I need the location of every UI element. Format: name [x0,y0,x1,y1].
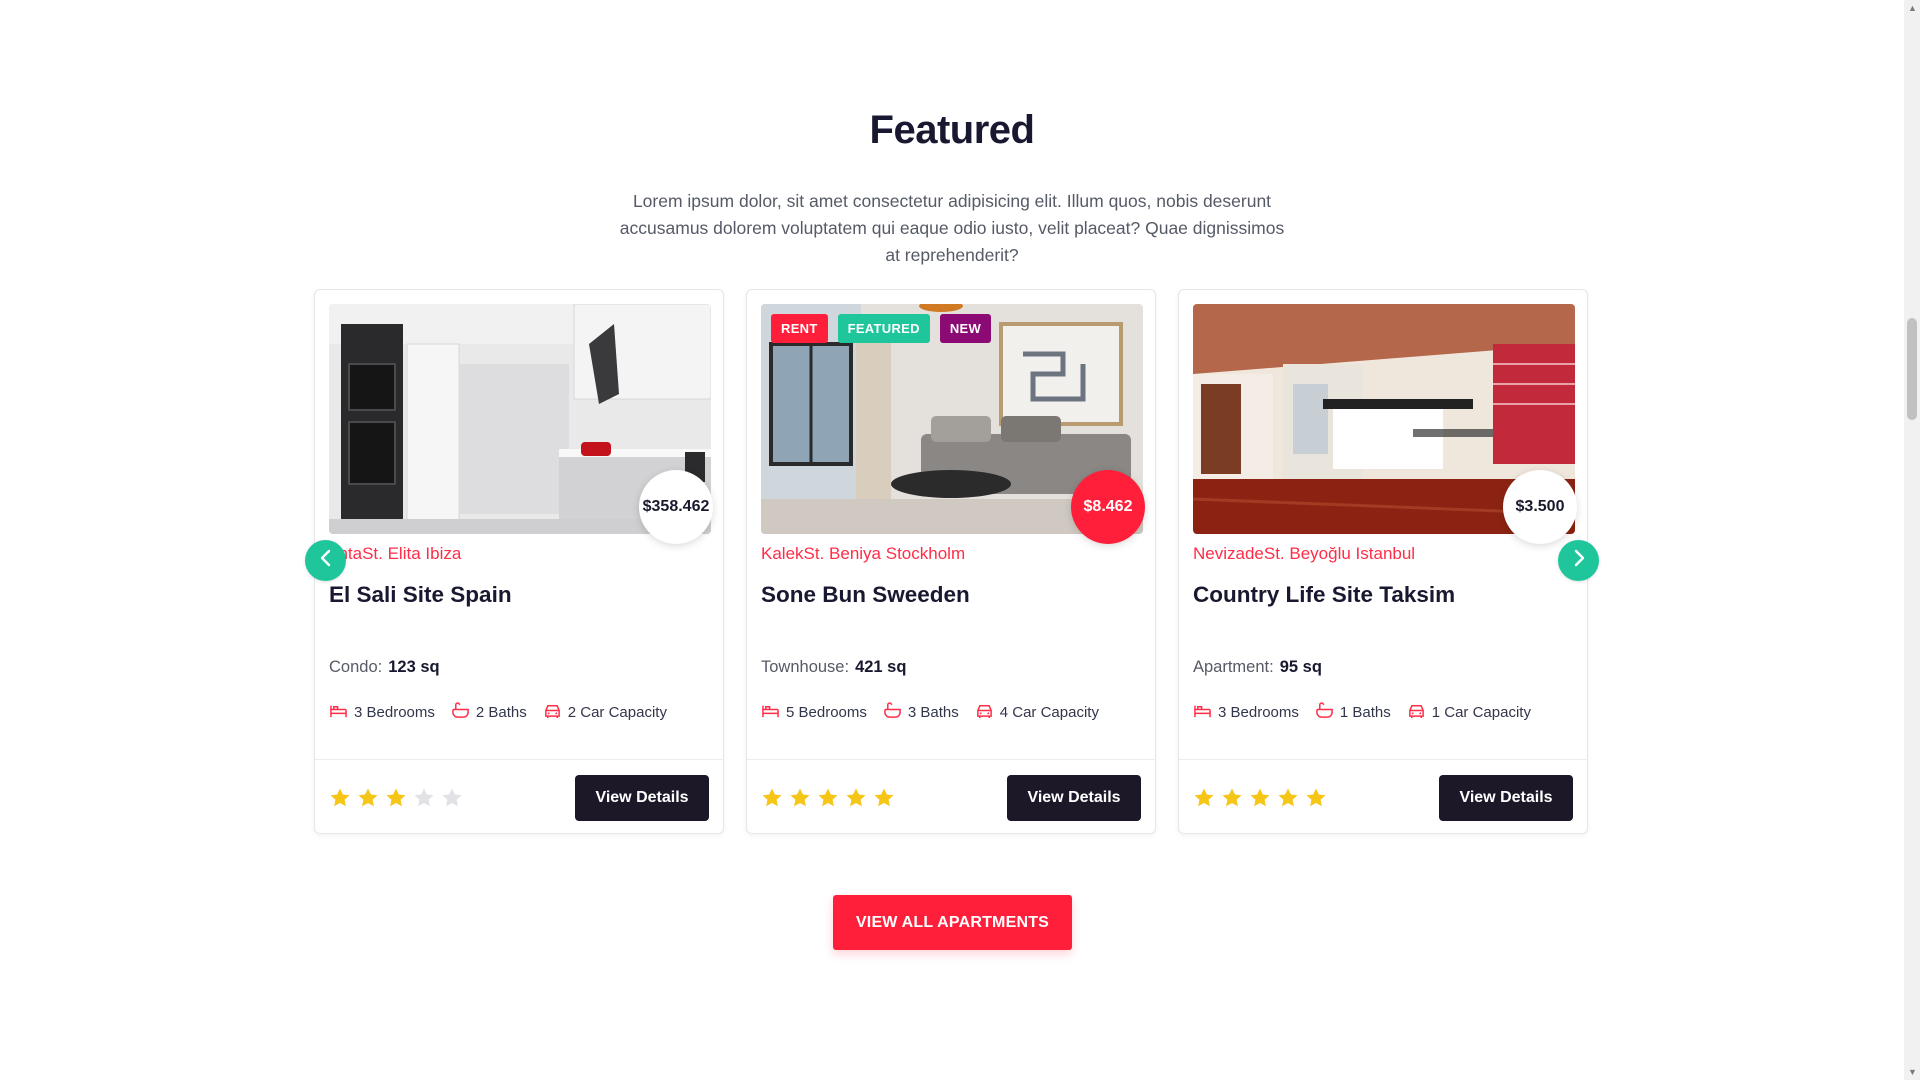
listing-location[interactable]: antaSt. Elita Ibiza [329,544,461,564]
car-feature: 4 Car Capacity [975,702,1099,723]
baths-label: 3 Baths [907,704,959,721]
star-filled-icon [1249,787,1271,809]
listing-type: Condo: 123 sq [329,658,440,677]
bedrooms-label: 3 Bedrooms [1218,704,1299,721]
car-capacity-label: 2 Car Capacity [567,704,667,721]
bed-icon [761,702,780,723]
chevron-left-icon [317,549,335,572]
bed-icon [1193,702,1212,723]
listing-title[interactable]: El Sali Site Spain [329,582,512,608]
price-badge: $3.500 [1503,470,1577,544]
bathtub-icon [451,702,470,723]
card-divider [315,759,723,760]
featured-badge: FEATURED [837,314,930,343]
car-icon [975,702,994,723]
bathtub-icon [1315,702,1334,723]
section-description: Lorem ipsum dolor, sit amet consectetur … [619,191,1285,265]
car-feature: 2 Car Capacity [543,702,667,723]
property-type-label: Townhouse: [761,658,850,676]
rating-stars [1193,787,1327,809]
star-filled-icon [817,787,839,809]
scrollbar-thumb[interactable] [1907,318,1917,420]
star-filled-icon [873,787,895,809]
carousel-prev-button[interactable] [305,540,346,581]
property-area: 123 sq [388,658,440,676]
price-badge: $358.462 [639,470,713,544]
listing-features: 3 Bedrooms 2 Baths 2 Car Capacity [329,702,667,723]
listing-badges: RENT FEATURED NEW [771,314,992,343]
star-filled-icon [789,787,811,809]
listing-features: 5 Bedrooms 3 Baths 4 Car Capacity [761,702,1099,723]
listing-location[interactable]: KalekSt. Beniya Stockholm [761,544,965,564]
vertical-scrollbar[interactable]: ▲ ▼ [1904,0,1920,1080]
star-empty-icon [441,787,463,809]
bedrooms-label: 3 Bedrooms [354,704,435,721]
star-filled-icon [385,787,407,809]
rating-stars [329,787,463,809]
listing-title[interactable]: Country Life Site Taksim [1193,582,1455,608]
baths-feature: 2 Baths [451,702,527,723]
bed-icon [329,702,348,723]
view-all-apartments-button[interactable]: VIEW ALL APARTMENTS [833,895,1072,950]
listing-type: Townhouse: 421 sq [761,658,906,677]
price-badge: $8.462 [1071,470,1145,544]
star-empty-icon [413,787,435,809]
property-type-label: Condo: [329,658,383,676]
bedrooms-feature: 3 Bedrooms [1193,702,1299,723]
star-filled-icon [1277,787,1299,809]
featured-section: Featured Lorem ipsum dolor, sit amet con… [0,0,1904,1080]
listing-card[interactable]: RENT FEATURED NEW $8.462 KalekSt. Beniya… [746,289,1156,834]
star-filled-icon [845,787,867,809]
bedrooms-feature: 5 Bedrooms [761,702,867,723]
car-feature: 1 Car Capacity [1407,702,1531,723]
star-filled-icon [1193,787,1215,809]
view-details-button[interactable]: View Details [1439,775,1573,821]
property-type-label: Apartment: [1193,658,1274,676]
scroll-down-arrow-icon[interactable]: ▼ [1908,1068,1917,1077]
property-area: 95 sq [1279,658,1322,676]
view-details-button[interactable]: View Details [575,775,709,821]
rating-stars [761,787,895,809]
listing-location[interactable]: NevizadeSt. Beyoğlu Istanbul [1193,544,1415,564]
new-badge: NEW [939,314,992,343]
listing-card[interactable]: $358.462 antaSt. Elita Ibiza El Sali Sit… [314,289,724,834]
chevron-right-icon [1570,549,1588,572]
listing-title[interactable]: Sone Bun Sweeden [761,582,970,608]
baths-feature: 3 Baths [883,702,959,723]
scroll-up-arrow-icon[interactable]: ▲ [1908,4,1917,13]
baths-feature: 1 Baths [1315,702,1391,723]
baths-label: 2 Baths [475,704,527,721]
car-icon [1407,702,1426,723]
property-area: 421 sq [855,658,907,676]
star-filled-icon [357,787,379,809]
star-filled-icon [329,787,351,809]
car-capacity-label: 1 Car Capacity [1431,704,1531,721]
star-filled-icon [1305,787,1327,809]
rent-badge: RENT [771,314,828,343]
listing-card[interactable]: $3.500 NevizadeSt. Beyoğlu Istanbul Coun… [1178,289,1588,834]
section-title: Featured [869,108,1035,152]
card-divider [1179,759,1587,760]
star-filled-icon [1221,787,1243,809]
card-divider [747,759,1155,760]
car-capacity-label: 4 Car Capacity [999,704,1099,721]
bedrooms-label: 5 Bedrooms [786,704,867,721]
star-filled-icon [761,787,783,809]
bathtub-icon [883,702,902,723]
car-icon [543,702,562,723]
listing-features: 3 Bedrooms 1 Baths 1 Car Capacity [1193,702,1531,723]
carousel-next-button[interactable] [1558,540,1599,581]
listing-type: Apartment: 95 sq [1193,658,1322,677]
view-details-button[interactable]: View Details [1007,775,1141,821]
bedrooms-feature: 3 Bedrooms [329,702,435,723]
baths-label: 1 Baths [1339,704,1391,721]
